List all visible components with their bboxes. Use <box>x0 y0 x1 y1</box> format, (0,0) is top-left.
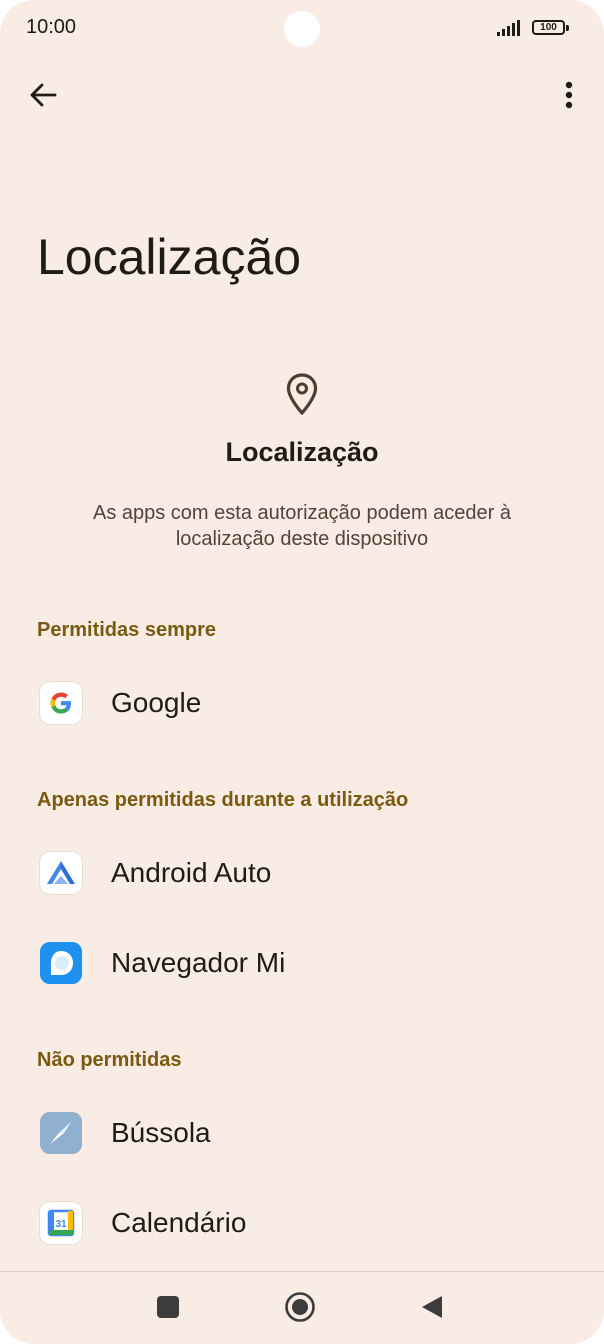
arrow-left-icon <box>30 83 57 107</box>
screen: 10:00 100 Localização Localização As app… <box>0 0 604 1344</box>
camera-cutout <box>284 11 320 47</box>
google-icon <box>40 682 82 724</box>
app-label: Calendário <box>111 1207 247 1238</box>
location-pin-icon <box>286 373 318 415</box>
circle-home-icon[interactable] <box>284 1291 316 1323</box>
calendar-icon-day: 31 <box>55 1219 67 1230</box>
app-label: Navegador Mi <box>111 947 286 978</box>
permission-heading: Localização <box>225 437 379 467</box>
battery-icon: 100 <box>532 20 565 35</box>
calendar-icon: 31 <box>40 1202 82 1244</box>
compass-icon <box>40 1112 82 1154</box>
more-vertical-icon <box>565 81 573 109</box>
app-label: Android Auto <box>111 857 272 888</box>
mi-browser-icon <box>40 942 82 984</box>
android-auto-icon <box>40 852 82 894</box>
page-title: Localização <box>37 229 302 285</box>
group-header-always-allowed: Permitidas sempre <box>37 619 216 641</box>
square-recents-icon[interactable] <box>157 1296 179 1318</box>
signal-icon <box>497 20 520 36</box>
app-label: Google <box>111 687 202 718</box>
group-header-not-allowed: Não permitidas <box>37 1049 182 1071</box>
status-time: 10:00 <box>26 16 77 38</box>
triangle-back-icon[interactable] <box>420 1294 444 1320</box>
back-button[interactable] <box>22 74 64 116</box>
app-row-android-auto[interactable]: Android Auto <box>0 831 604 915</box>
app-label: Bússola <box>111 1117 211 1148</box>
status-bar: 10:00 100 <box>0 0 604 56</box>
more-options-button[interactable] <box>548 74 590 116</box>
group-header-while-in-use: Apenas permitidas durante a utilização <box>37 789 409 811</box>
navigation-bar <box>0 1271 604 1344</box>
app-row-google[interactable]: Google <box>0 661 604 745</box>
app-row-calendario[interactable]: 31 Calendário <box>0 1181 604 1265</box>
battery-tip <box>566 25 569 31</box>
permission-description: As apps com esta autorização podem acede… <box>92 502 512 550</box>
app-row-bussola[interactable]: Bússola <box>0 1091 604 1175</box>
app-row-navegador-mi[interactable]: Navegador Mi <box>0 921 604 1005</box>
